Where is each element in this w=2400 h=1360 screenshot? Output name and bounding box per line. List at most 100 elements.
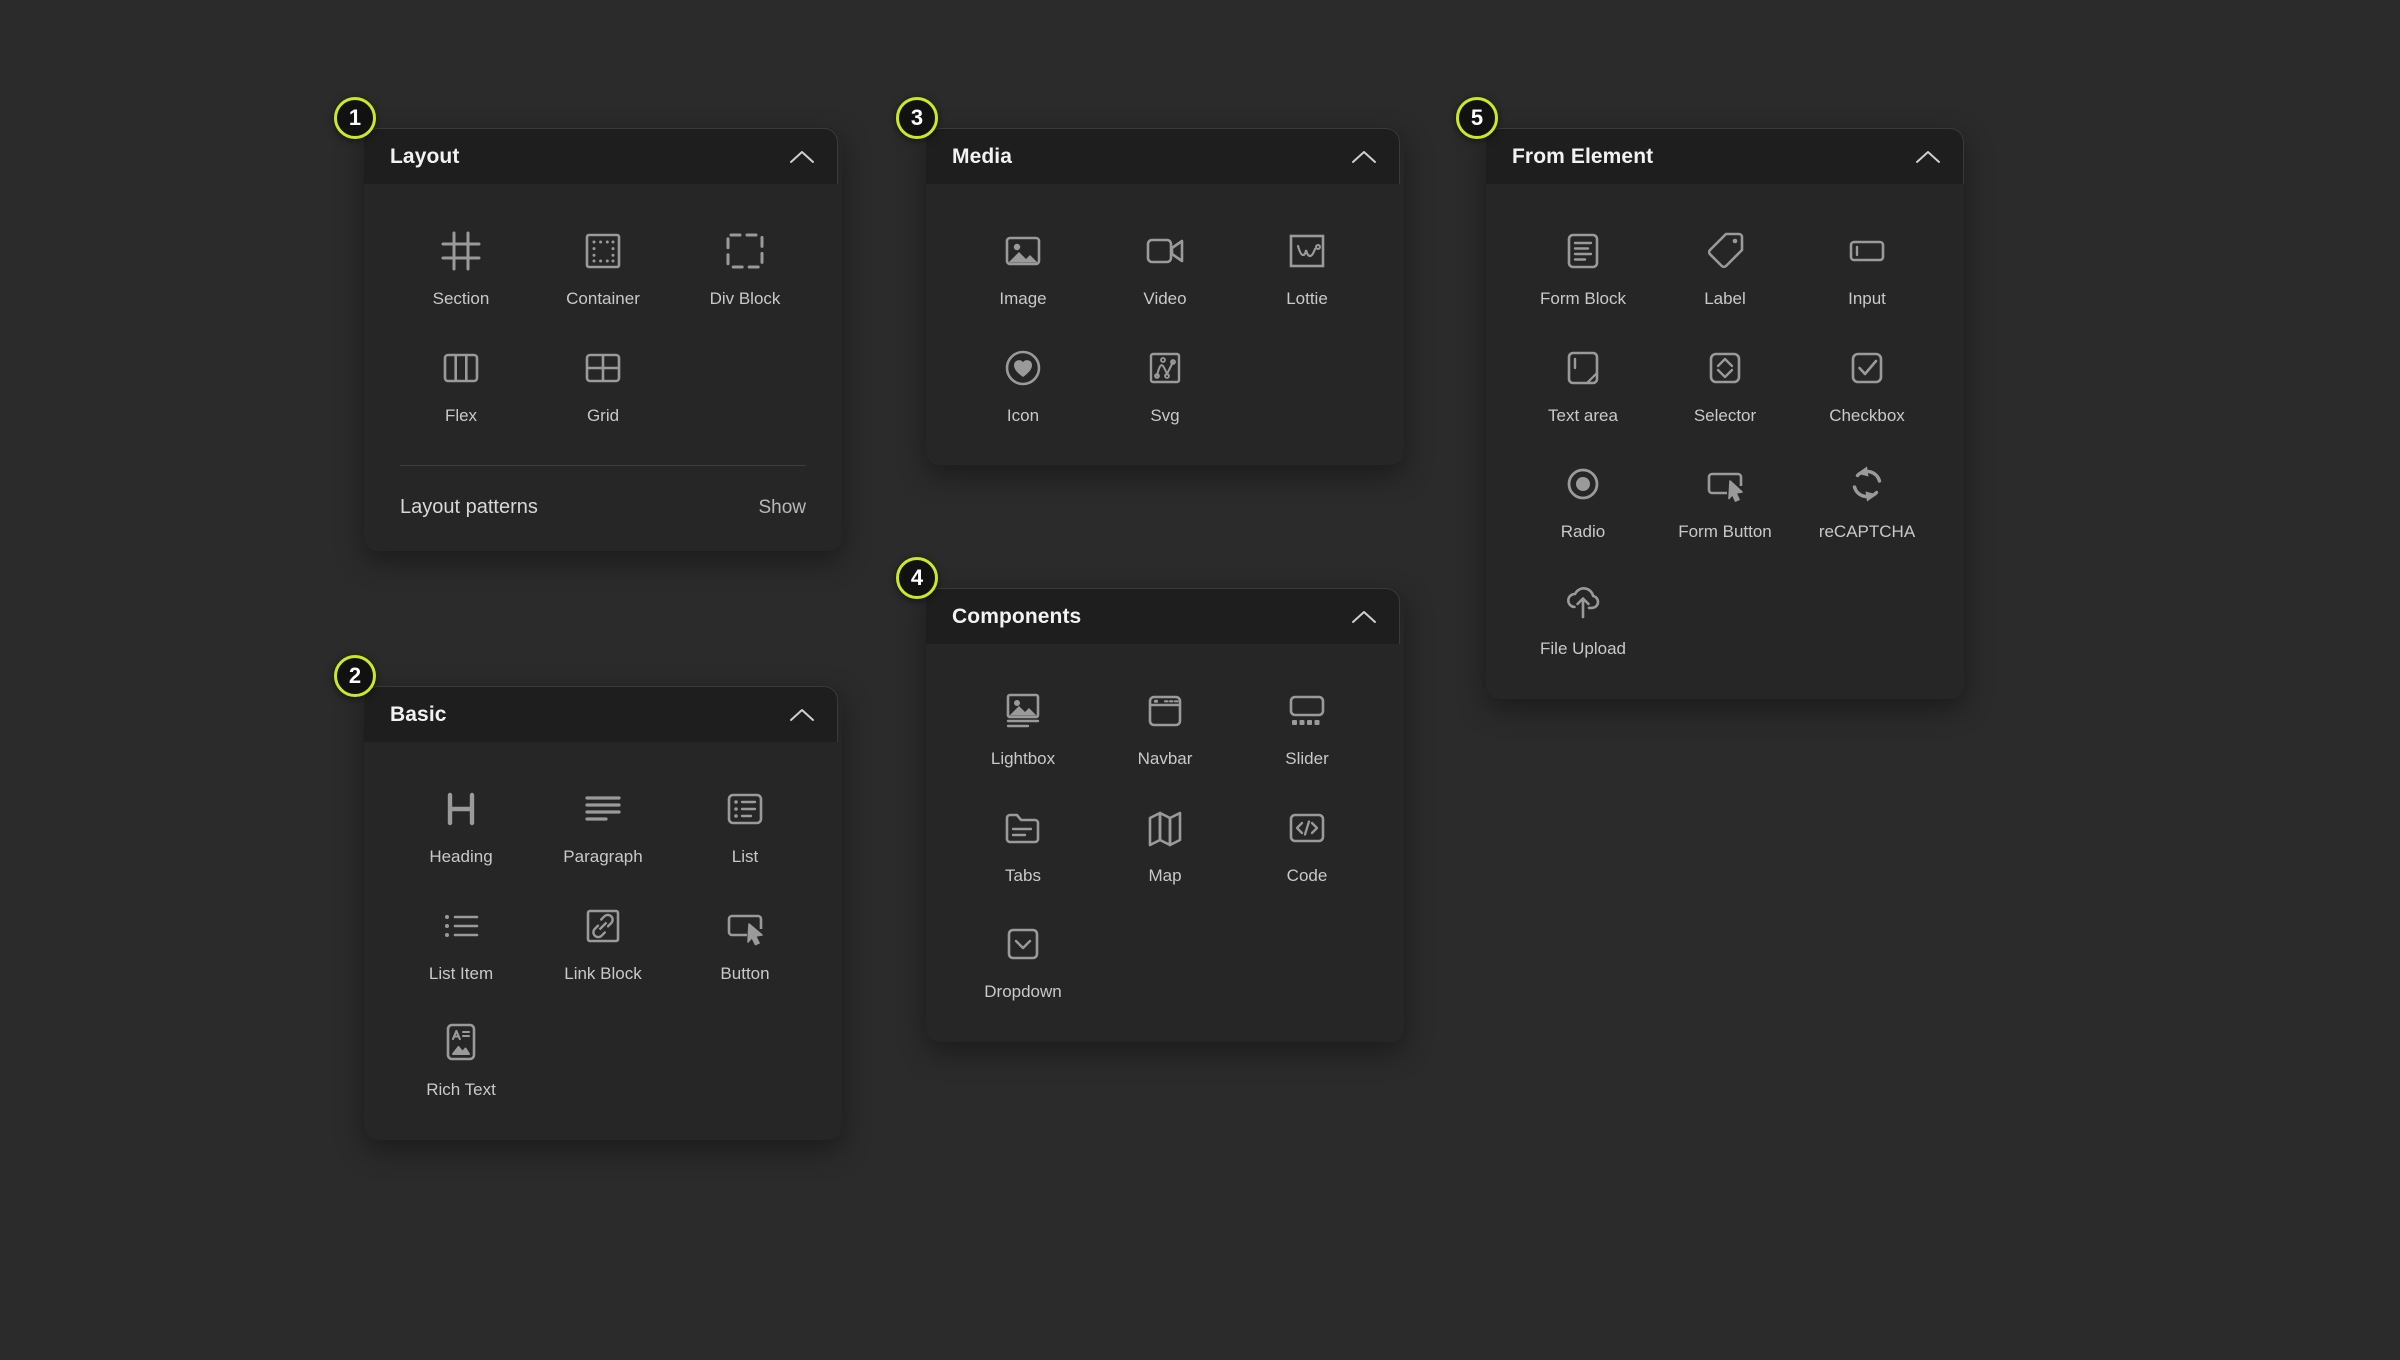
button-cursor-icon [718, 899, 772, 953]
list-boxed-icon [718, 782, 772, 836]
element-label: List Item [428, 963, 494, 983]
element-label: File Upload [1540, 639, 1626, 659]
element-label: Paragraph [563, 847, 643, 866]
element-label: Div Block [709, 289, 781, 308]
element-tile-form-block[interactable]: Form Block [1512, 214, 1654, 323]
grid-quadrants-icon [576, 341, 630, 395]
element-tile-video[interactable]: Video [1094, 214, 1236, 323]
panel-basic-header[interactable]: Basic [364, 686, 838, 742]
element-tile-input[interactable]: Input [1796, 214, 1938, 323]
element-tile-list-item[interactable]: List Item [390, 889, 532, 998]
element-label: Icon [1006, 405, 1040, 425]
add-elements-panel-board: 1 2 3 4 5 Layout Section Container Div B… [0, 0, 2400, 1360]
element-tile-div-block[interactable]: Div Block [674, 214, 816, 323]
element-tile-file-upload[interactable]: File Upload [1512, 564, 1654, 673]
element-tile-list[interactable]: List [674, 772, 816, 881]
element-tile-text-area[interactable]: Text area [1512, 331, 1654, 440]
image-picture-icon [996, 224, 1050, 278]
element-tile-form-button[interactable]: Form Button [1654, 447, 1796, 556]
element-tile-lottie[interactable]: Lottie [1236, 214, 1378, 323]
flex-columns-icon [434, 341, 488, 395]
element-label: Tabs [1005, 865, 1041, 885]
panel-layout-header[interactable]: Layout [364, 128, 838, 184]
form-element-grid: Form Block Label Input Text area Selecto… [1512, 214, 1938, 673]
panel-layout-body: Section Container Div Block Flex Grid La… [364, 184, 842, 551]
element-tile-recaptcha[interactable]: reCAPTCHA [1796, 447, 1938, 556]
chevron-up-icon[interactable] [789, 149, 815, 165]
map-folded-icon [1138, 801, 1192, 855]
chevron-up-icon[interactable] [1915, 149, 1941, 165]
element-tile-icon[interactable]: Icon [952, 331, 1094, 440]
radio-dot-icon [1556, 457, 1610, 511]
element-label: Button [720, 963, 770, 983]
element-tile-slider[interactable]: Slider [1236, 674, 1378, 783]
checkbox-check-icon [1840, 341, 1894, 395]
element-label: Video [1143, 289, 1187, 308]
element-tile-paragraph[interactable]: Paragraph [532, 772, 674, 881]
panel-media-title: Media [952, 144, 1013, 168]
panel-components-body: Lightbox Navbar Slider Tabs Map Code Dro… [926, 644, 1404, 1042]
element-label: reCAPTCHA [1818, 522, 1916, 542]
paragraph-lines-icon [576, 782, 630, 836]
layout-patterns-row: Layout patterns Show [390, 466, 816, 525]
layout-patterns-show-button[interactable]: Show [758, 497, 806, 519]
element-tile-code[interactable]: Code [1236, 791, 1378, 900]
link-chain-icon [576, 899, 630, 953]
dropdown-chevron-box-icon [996, 917, 1050, 971]
slider-dots-icon [1280, 684, 1334, 738]
panel-components-header[interactable]: Components [926, 588, 1400, 644]
element-label: Link Block [564, 963, 642, 983]
element-label: Grid [586, 405, 620, 425]
recaptcha-refresh-icon [1840, 457, 1894, 511]
element-label: Svg [1150, 405, 1180, 425]
navbar-window-icon [1138, 684, 1192, 738]
step-badge-5: 5 [1456, 97, 1498, 139]
element-label: Text area [1548, 405, 1618, 425]
element-label: Section [432, 289, 490, 308]
element-label: Lightbox [990, 749, 1056, 768]
heart-circle-icon [996, 341, 1050, 395]
element-tile-checkbox[interactable]: Checkbox [1796, 331, 1938, 440]
panel-media: Media Image Video Lottie Icon Svg [926, 128, 1404, 466]
chevron-up-icon[interactable] [1351, 149, 1377, 165]
element-tile-label[interactable]: Label [1654, 214, 1796, 323]
element-tile-svg[interactable]: Svg [1094, 331, 1236, 440]
element-tile-rich-text[interactable]: Rich Text [390, 1005, 532, 1114]
layout-element-grid: Section Container Div Block Flex Grid [390, 214, 816, 439]
element-tile-map[interactable]: Map [1094, 791, 1236, 900]
panel-form-element-header[interactable]: From Element [1486, 128, 1964, 184]
element-tile-selector[interactable]: Selector [1654, 331, 1796, 440]
step-badge-3: 3 [896, 97, 938, 139]
element-tile-lightbox[interactable]: Lightbox [952, 674, 1094, 783]
element-tile-flex[interactable]: Flex [390, 331, 532, 440]
panel-form-element-body: Form Block Label Input Text area Selecto… [1486, 184, 1964, 699]
chevron-up-icon[interactable] [789, 707, 815, 723]
panel-media-header[interactable]: Media [926, 128, 1400, 184]
lottie-animation-icon [1280, 224, 1334, 278]
element-tile-radio[interactable]: Radio [1512, 447, 1654, 556]
heading-h-icon [434, 782, 488, 836]
label-tag-icon [1698, 224, 1752, 278]
element-tile-heading[interactable]: Heading [390, 772, 532, 881]
element-tile-button[interactable]: Button [674, 889, 816, 998]
element-label: Map [1148, 865, 1182, 885]
element-tile-link-block[interactable]: Link Block [532, 889, 674, 998]
element-label: Form Button [1678, 522, 1772, 542]
element-tile-tabs[interactable]: Tabs [952, 791, 1094, 900]
chevron-up-icon[interactable] [1351, 609, 1377, 625]
element-tile-image[interactable]: Image [952, 214, 1094, 323]
element-label: Slider [1285, 749, 1329, 768]
element-tile-section[interactable]: Section [390, 214, 532, 323]
layout-patterns-label: Layout patterns [400, 496, 538, 519]
panel-layout-title: Layout [390, 144, 460, 168]
element-label: Radio [1560, 522, 1606, 542]
element-tile-dropdown[interactable]: Dropdown [952, 907, 1094, 1016]
element-tile-container[interactable]: Container [532, 214, 674, 323]
panel-basic: Basic Heading Paragraph List List Item L… [364, 686, 842, 1141]
tabs-folder-icon [996, 801, 1050, 855]
element-tile-navbar[interactable]: Navbar [1094, 674, 1236, 783]
rich-text-icon [434, 1015, 488, 1069]
panel-media-body: Image Video Lottie Icon Svg [926, 184, 1404, 465]
panel-layout: Layout Section Container Div Block Flex … [364, 128, 842, 552]
element-tile-grid[interactable]: Grid [532, 331, 674, 440]
